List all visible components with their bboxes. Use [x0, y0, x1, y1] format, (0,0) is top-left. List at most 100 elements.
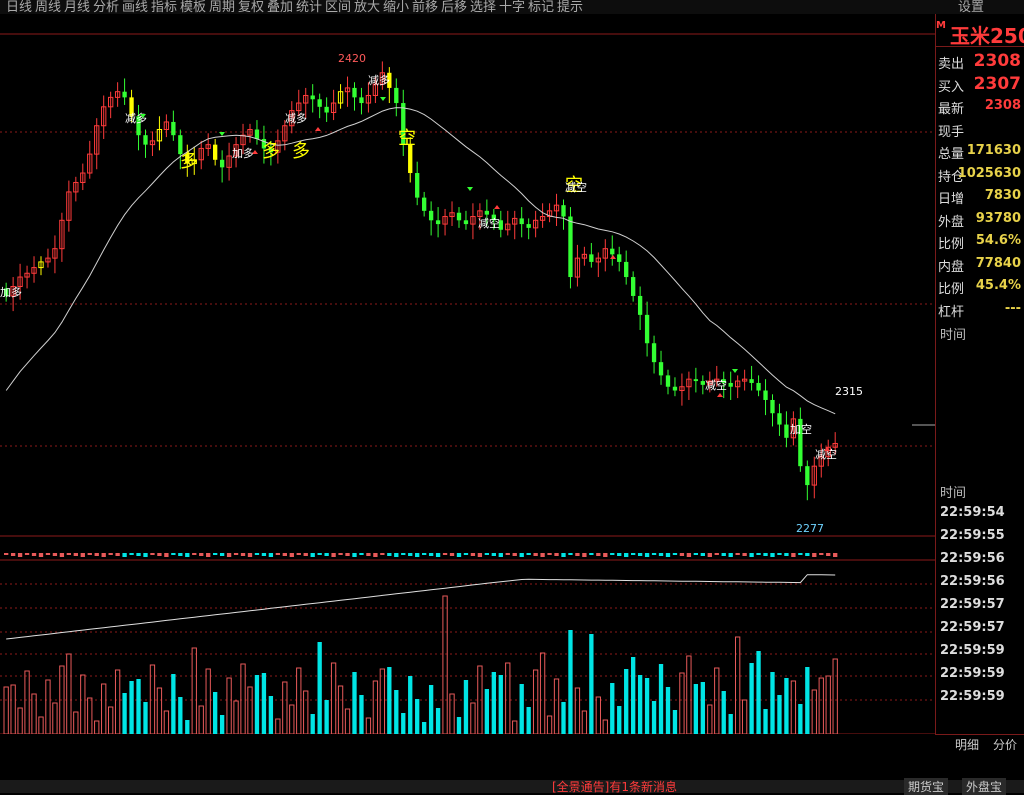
- volume-bar: [394, 690, 399, 734]
- volume-bar: [728, 714, 733, 734]
- quote-label: 外盘: [938, 214, 965, 230]
- toolbar-item[interactable]: 放大: [354, 0, 380, 14]
- kline-chart[interactable]: 242022772315加多减多加多多多多减多减多空减空减空空减空加空减空202…: [0, 14, 935, 734]
- toolbar-item[interactable]: 提示: [557, 0, 583, 14]
- toolbar-item[interactable]: 选择: [470, 0, 496, 14]
- candle-body: [749, 379, 754, 383]
- toolbar-item[interactable]: 周线: [35, 0, 61, 14]
- notice-message[interactable]: [全景通告]有1条新消息: [552, 778, 677, 795]
- indicator-bar: [275, 553, 281, 555]
- quote-label: 总量: [938, 147, 965, 162]
- signal-arrow: [380, 97, 386, 101]
- candle-body: [213, 144, 218, 160]
- toolbar-item[interactable]: 分析: [93, 0, 119, 14]
- volume-bar: [644, 678, 650, 734]
- signal-label: 加空: [790, 422, 812, 436]
- indicator-bar: [463, 553, 469, 555]
- indicator-bar: [700, 553, 705, 556]
- signal-arrow: [219, 132, 225, 136]
- volume-bar: [749, 663, 754, 734]
- ma-end-label: 2315: [835, 385, 863, 398]
- toolbar-item[interactable]: 指标: [151, 0, 177, 14]
- indicator-bar: [470, 553, 476, 556]
- volume-bar: [428, 685, 434, 734]
- volume-bar: [589, 634, 594, 734]
- indicator-bar: [512, 553, 517, 556]
- quote-value: 2307: [973, 73, 1021, 94]
- overseas-button[interactable]: 外盘宝: [962, 778, 1007, 795]
- toolbar-item[interactable]: 十字: [499, 0, 525, 14]
- volume-bar: [832, 658, 838, 734]
- toolbar-item[interactable]: 统计: [296, 0, 322, 14]
- indicator-bar: [38, 553, 44, 557]
- toolbar-item[interactable]: 叠加: [267, 0, 293, 14]
- toolbar-item[interactable]: 缩小: [383, 0, 409, 14]
- toolbar-settings[interactable]: 设置: [958, 0, 984, 14]
- signal-arrow: [717, 393, 723, 397]
- toolbar-item[interactable]: 画线: [122, 0, 148, 14]
- indicator-bar: [651, 553, 657, 555]
- indicator-bar: [805, 553, 810, 556]
- indicator-bar: [94, 553, 99, 556]
- volume-bar: [282, 681, 288, 734]
- chart-svg[interactable]: 242022772315加多减多加多多多多减多减多空减空减空空减空加空减空202…: [0, 14, 935, 734]
- tab-detail[interactable]: 明细: [955, 736, 979, 753]
- volume-bar: [122, 693, 127, 734]
- toolbar-item[interactable]: 周期: [209, 0, 235, 14]
- toolbar-item[interactable]: 模板: [180, 0, 206, 14]
- toolbar-item[interactable]: 区间: [325, 0, 351, 14]
- quote-label: 买入: [938, 79, 965, 95]
- indicator-bar: [763, 553, 768, 556]
- indicator-bar: [791, 553, 796, 557]
- volume-bar: [352, 672, 357, 734]
- indicator-bar: [171, 553, 176, 555]
- quote-row: 比例 45.4%: [936, 275, 1024, 297]
- candle-body: [324, 106, 329, 113]
- futures-button[interactable]: 期货宝: [904, 778, 949, 795]
- tab-price-split[interactable]: 分价: [993, 736, 1017, 753]
- quote-value: ---: [1004, 300, 1021, 316]
- indicator-bar: [150, 553, 155, 555]
- toolbar-item[interactable]: 复权: [238, 0, 264, 14]
- indicator-bar: [672, 553, 678, 555]
- candle-body: [526, 224, 531, 228]
- volume-bar: [679, 672, 685, 734]
- volume-bar: [686, 655, 692, 734]
- signal-arrow: [732, 369, 738, 373]
- volume-bar: [365, 717, 372, 734]
- candle-body: [624, 261, 629, 278]
- candle-body: [631, 277, 636, 296]
- signal-label: 空: [398, 128, 416, 149]
- toolbar-item[interactable]: 标记: [528, 0, 554, 14]
- signal-label: 多: [292, 141, 310, 162]
- volume-bar: [129, 681, 134, 734]
- volume-bar: [825, 675, 831, 734]
- volume-bar: [136, 679, 141, 734]
- indicator-bar: [226, 553, 232, 557]
- indicator-bar: [240, 553, 246, 556]
- tick-time: 22:59:56: [940, 551, 1005, 566]
- indicator-bar: [338, 553, 343, 555]
- indicator-bar: [59, 553, 65, 557]
- candle-body: [672, 386, 678, 391]
- symbol-header[interactable]: M 玉米2509: [936, 18, 1024, 48]
- signal-arrow: [467, 187, 473, 191]
- toolbar-item[interactable]: 日线: [6, 0, 32, 14]
- toolbar-item[interactable]: 前移: [412, 0, 438, 14]
- tick-time: 22:59:56: [940, 574, 1005, 589]
- volume-bar: [108, 706, 114, 734]
- volume-bar: [631, 657, 636, 734]
- indicator-bar: [568, 553, 573, 555]
- volume-bar: [94, 720, 100, 734]
- indicator-bar: [422, 553, 427, 555]
- volume-bar: [17, 707, 23, 734]
- volume-bar: [553, 678, 560, 734]
- toolbar-item[interactable]: 月线: [64, 0, 90, 14]
- candle-body: [651, 343, 657, 363]
- toolbar-item[interactable]: 后移: [441, 0, 467, 14]
- indicator-bar: [770, 553, 775, 557]
- signal-label: 多: [262, 141, 280, 162]
- volume-bar: [337, 685, 344, 734]
- volume-bar: [561, 702, 566, 734]
- candle-body: [763, 390, 768, 400]
